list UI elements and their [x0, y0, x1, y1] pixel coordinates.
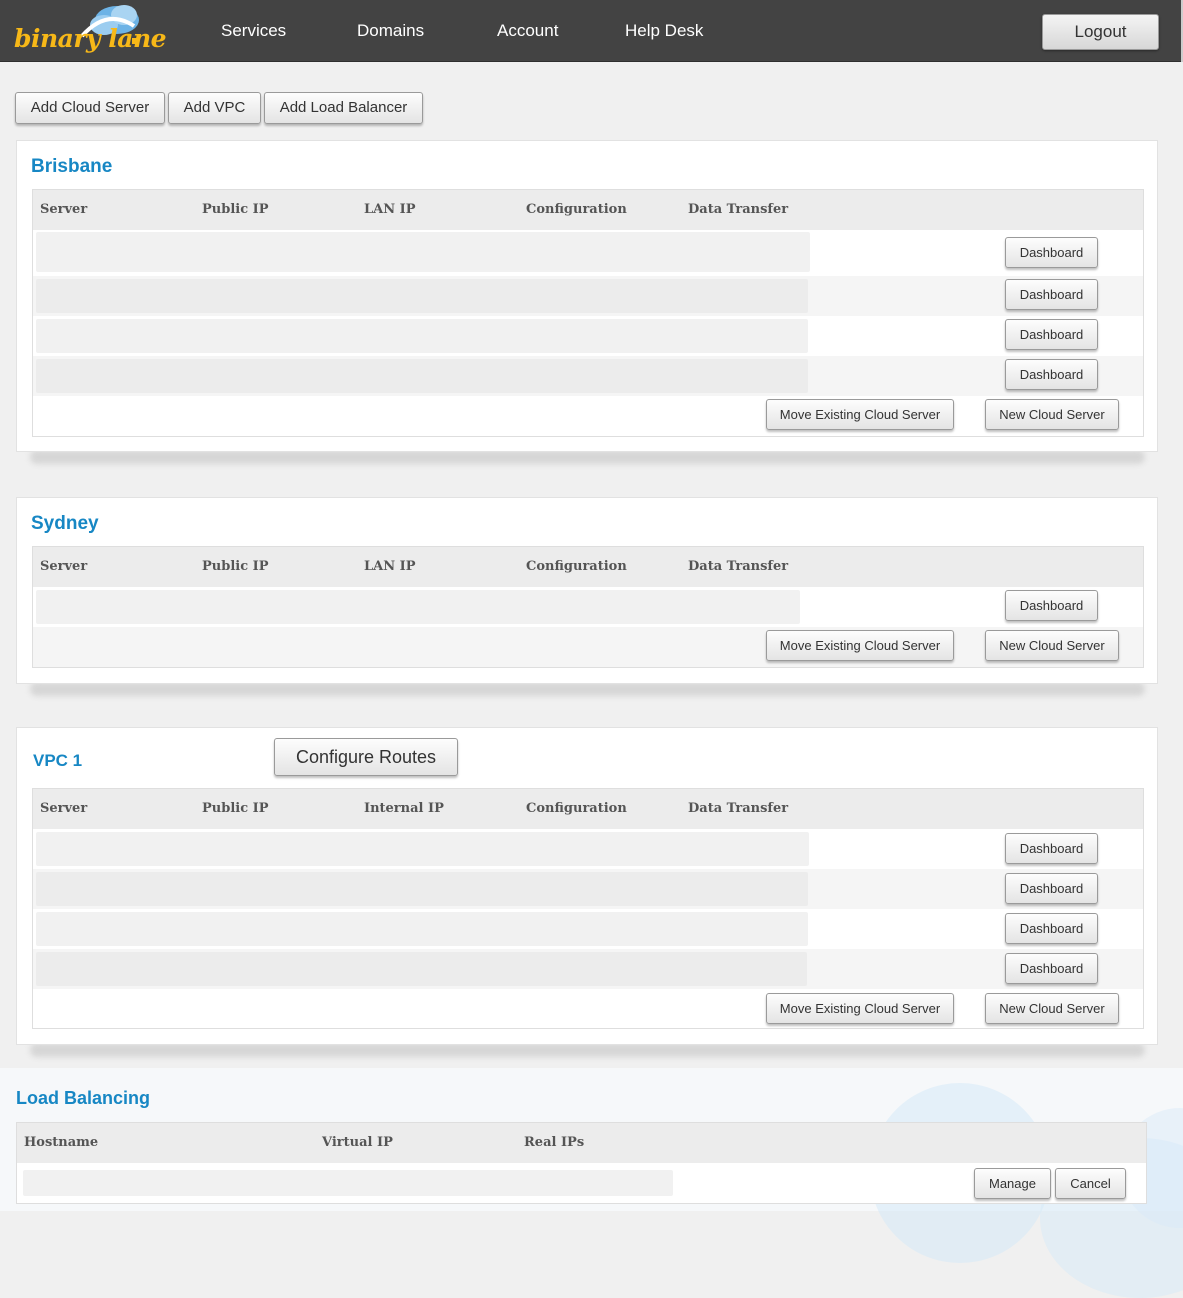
- brisbane-server-table: Server Public IP LAN IP Configuration Da…: [32, 189, 1144, 437]
- col-internal-ip: Internal IP: [364, 801, 444, 816]
- configure-routes-button[interactable]: Configure Routes: [274, 738, 458, 776]
- table-row: Dashboard: [33, 829, 1143, 869]
- logout-button[interactable]: Logout: [1042, 14, 1159, 50]
- redacted-row-content: [36, 872, 808, 906]
- col-public-ip: Public IP: [202, 202, 269, 217]
- new-cloud-server-button[interactable]: New Cloud Server: [985, 993, 1119, 1024]
- new-cloud-server-button[interactable]: New Cloud Server: [985, 630, 1119, 661]
- col-data-transfer: Data Transfer: [688, 202, 789, 217]
- brisbane-panel: Brisbane Server Public IP LAN IP Configu…: [16, 140, 1158, 452]
- col-configuration: Configuration: [526, 801, 627, 816]
- nav-services[interactable]: Services: [221, 21, 286, 41]
- nav-domains[interactable]: Domains: [357, 21, 424, 41]
- col-lan-ip: LAN IP: [364, 202, 416, 217]
- table-actions-row: Move Existing Cloud Server New Cloud Ser…: [33, 627, 1143, 667]
- new-cloud-server-button[interactable]: New Cloud Server: [985, 399, 1119, 430]
- dashboard-button[interactable]: Dashboard: [1005, 279, 1098, 310]
- sydney-server-table: Server Public IP LAN IP Configuration Da…: [32, 546, 1144, 668]
- table-row: Dashboard: [33, 949, 1143, 989]
- col-public-ip: Public IP: [202, 559, 269, 574]
- table-row: Dashboard: [33, 276, 1143, 316]
- table-row: Dashboard: [33, 587, 1143, 627]
- section-title-vpc1: VPC 1: [33, 751, 83, 770]
- binarylane-logo[interactable]: binary lane: [12, 2, 167, 58]
- table-row: Dashboard: [33, 909, 1143, 949]
- dashboard-button[interactable]: Dashboard: [1005, 833, 1098, 864]
- dashboard-button[interactable]: Dashboard: [1005, 237, 1098, 268]
- add-load-balancer-button[interactable]: Add Load Balancer: [264, 92, 423, 124]
- section-title-load-balancing: Load Balancing: [16, 1088, 151, 1108]
- dashboard-button[interactable]: Dashboard: [1005, 359, 1098, 390]
- logo-text: binary lane: [14, 24, 167, 53]
- col-data-transfer: Data Transfer: [688, 801, 789, 816]
- cancel-button[interactable]: Cancel: [1055, 1168, 1126, 1199]
- table-row: Dashboard: [33, 316, 1143, 356]
- table-header: Server Public IP LAN IP Configuration Da…: [33, 190, 1143, 230]
- col-configuration: Configuration: [526, 202, 627, 217]
- redacted-row-content: [36, 232, 810, 272]
- table-row: Dashboard: [33, 869, 1143, 909]
- add-cloud-server-button[interactable]: Add Cloud Server: [15, 92, 165, 124]
- dashboard-button[interactable]: Dashboard: [1005, 913, 1098, 944]
- col-virtual-ip: Virtual IP: [322, 1135, 393, 1150]
- panel-shadow: [30, 1043, 1145, 1057]
- panel-shadow: [30, 682, 1145, 696]
- table-header: Server Public IP LAN IP Configuration Da…: [33, 547, 1143, 587]
- load-balancer-table: Hostname Virtual IP Real IPs Manage Canc…: [16, 1122, 1147, 1204]
- dashboard-button[interactable]: Dashboard: [1005, 590, 1098, 621]
- redacted-row-content: [36, 912, 808, 946]
- add-vpc-button[interactable]: Add VPC: [168, 92, 261, 124]
- col-lan-ip: LAN IP: [364, 559, 416, 574]
- redacted-row-content: [36, 319, 808, 353]
- col-server: Server: [40, 559, 88, 574]
- col-configuration: Configuration: [526, 559, 627, 574]
- move-existing-cloud-server-button[interactable]: Move Existing Cloud Server: [766, 399, 954, 430]
- col-hostname: Hostname: [24, 1135, 99, 1150]
- move-existing-cloud-server-button[interactable]: Move Existing Cloud Server: [766, 993, 954, 1024]
- top-nav-bar: binary lane Services Domains Account Hel…: [0, 0, 1183, 62]
- nav-account[interactable]: Account: [497, 21, 558, 41]
- table-header: Hostname Virtual IP Real IPs: [17, 1123, 1146, 1163]
- redacted-row-content: [36, 952, 807, 986]
- dashboard-button[interactable]: Dashboard: [1005, 873, 1098, 904]
- section-title-brisbane: Brisbane: [31, 156, 113, 177]
- dashboard-button[interactable]: Dashboard: [1005, 319, 1098, 350]
- dashboard-button[interactable]: Dashboard: [1005, 953, 1098, 984]
- redacted-row-content: [36, 832, 809, 866]
- panel-shadow: [30, 450, 1145, 464]
- table-row: Manage Cancel: [17, 1163, 1146, 1203]
- sydney-panel: Sydney Server Public IP LAN IP Configura…: [16, 497, 1158, 684]
- redacted-row-content: [36, 590, 800, 624]
- col-server: Server: [40, 801, 88, 816]
- move-existing-cloud-server-button[interactable]: Move Existing Cloud Server: [766, 630, 954, 661]
- table-header: Server Public IP Internal IP Configurati…: [33, 789, 1143, 829]
- col-public-ip: Public IP: [202, 801, 269, 816]
- col-real-ips: Real IPs: [524, 1135, 585, 1150]
- redacted-row-content: [36, 279, 808, 313]
- vpc1-server-table: Server Public IP Internal IP Configurati…: [32, 788, 1144, 1029]
- section-title-sydney: Sydney: [31, 513, 99, 534]
- redacted-row-content: [36, 359, 808, 393]
- col-server: Server: [40, 202, 88, 217]
- col-data-transfer: Data Transfer: [688, 559, 789, 574]
- vpc1-panel: VPC 1 Configure Routes Server Public IP …: [16, 727, 1158, 1045]
- table-actions-row: Move Existing Cloud Server New Cloud Ser…: [33, 989, 1143, 1029]
- table-row: Dashboard: [33, 230, 1143, 276]
- manage-button[interactable]: Manage: [974, 1168, 1051, 1199]
- table-row: Dashboard: [33, 356, 1143, 396]
- redacted-row-content: [23, 1170, 673, 1196]
- nav-help-desk[interactable]: Help Desk: [625, 21, 703, 41]
- table-actions-row: Move Existing Cloud Server New Cloud Ser…: [33, 396, 1143, 436]
